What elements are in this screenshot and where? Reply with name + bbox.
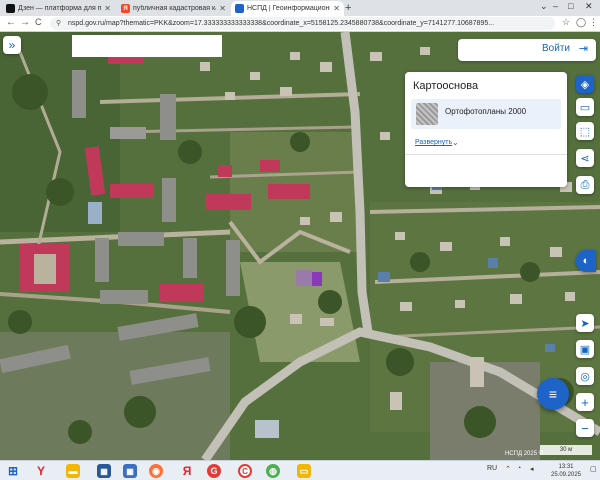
- yandex-favicon-icon: Я: [121, 4, 130, 13]
- zoom-out-button[interactable]: −: [576, 419, 594, 437]
- panel-title: Картооснова: [413, 80, 479, 92]
- tab-dzen[interactable]: Дзен — платформа для просм ✕: [2, 1, 115, 16]
- taskbar: ⊞ Y ▬ ▦ ▦ ◉ Я G С ◍ ▭ RU ⌃ ◔ ◂ 13:31 25.…: [0, 460, 600, 480]
- login-button[interactable]: Войти ⇥: [458, 39, 596, 61]
- address-text: nspd.gov.ru/map?thematic=PKK&zoom=17.333…: [68, 20, 495, 27]
- close-icon[interactable]: ✕: [104, 4, 111, 13]
- forward-button[interactable]: →: [20, 17, 30, 28]
- nspd-favicon-icon: [235, 4, 244, 13]
- basemap-option-label: Ортофотопланы 2000: [445, 107, 527, 116]
- maximize-button[interactable]: □: [568, 1, 573, 11]
- locate-icon: ◎: [580, 370, 590, 383]
- notifications-icon[interactable]: ▢: [590, 465, 597, 473]
- login-arrow-icon: ⇥: [578, 43, 588, 55]
- back-button[interactable]: ←: [6, 17, 16, 28]
- expand-link[interactable]: Развернуть: [415, 139, 452, 146]
- address-bar[interactable]: ⚲ nspd.gov.ru/map?thematic=PKK&zoom=17.3…: [50, 17, 555, 30]
- dzen-favicon-icon: [6, 4, 15, 13]
- network-icon[interactable]: ◔: [517, 465, 521, 472]
- navigate-icon: ➤: [580, 317, 590, 330]
- scale-bar: 30 м: [540, 445, 592, 455]
- clock[interactable]: 13:31 25.09.2025: [545, 463, 587, 479]
- search-panel: [72, 35, 222, 57]
- reload-button[interactable]: C: [35, 17, 42, 27]
- main-menu-button[interactable]: ≡: [537, 378, 569, 410]
- legend-button[interactable]: ◐: [576, 250, 596, 272]
- tab-nspd[interactable]: НСПД | Геоинформационный ✕: [231, 1, 344, 16]
- tab-strip: Дзен — платформа для просм ✕ Я публичная…: [0, 0, 600, 16]
- close-icon[interactable]: ✕: [333, 4, 340, 13]
- print-icon: ⎙: [580, 178, 590, 191]
- expand-sidebar-button[interactable]: »: [3, 36, 21, 54]
- browser-toolbar: ← → C ⚲ nspd.gov.ru/map?thematic=PKK&zoo…: [0, 16, 600, 32]
- minimize-button[interactable]: –: [553, 1, 558, 11]
- mail-icon[interactable]: С: [238, 464, 252, 478]
- tab-cadastral-map[interactable]: Я публичная кадастровая карта ✕: [117, 1, 230, 16]
- menu-icon: ≡: [548, 386, 558, 402]
- orthophoto-thumbnail: [416, 103, 438, 125]
- start-icon[interactable]: ⊞: [6, 464, 20, 478]
- zoom-in-button[interactable]: +: [576, 393, 594, 411]
- screen-icon: ▣: [579, 343, 591, 356]
- chevron-down-icon[interactable]: ⌄: [452, 138, 459, 147]
- navigate-button[interactable]: ➤: [576, 314, 594, 332]
- tab-title: публичная кадастровая карта: [133, 5, 216, 12]
- select-area-button[interactable]: ⬚: [576, 122, 594, 140]
- yandex-browser-icon[interactable]: Я: [180, 464, 194, 478]
- basemap-option[interactable]: Ортофотопланы 2000: [411, 99, 561, 129]
- login-label: Войти: [542, 43, 570, 54]
- yandex-icon[interactable]: Y: [34, 464, 48, 478]
- locate-button[interactable]: ◎: [576, 367, 594, 385]
- app-icon[interactable]: ▦: [97, 464, 111, 478]
- folder-icon[interactable]: ▭: [297, 464, 311, 478]
- calendar-app-icon[interactable]: ▦: [123, 464, 137, 478]
- explorer-icon[interactable]: ▬: [66, 464, 80, 478]
- language-indicator[interactable]: RU: [487, 465, 497, 472]
- tray-chevron-icon[interactable]: ⌃: [505, 465, 511, 473]
- basemap-panel: Картооснова Ортофотопланы 2000 Развернут…: [405, 72, 567, 187]
- ruler-icon: ▭: [579, 101, 591, 114]
- tab-title: НСПД | Геоинформационный: [247, 5, 330, 12]
- date: 25.09.2025: [550, 472, 582, 478]
- volume-icon[interactable]: ◂: [530, 465, 534, 473]
- tab-title: Дзен — платформа для просм: [18, 5, 102, 12]
- screen-button[interactable]: ▣: [576, 340, 594, 358]
- copyright: НСПД 2025 ©: [505, 451, 544, 457]
- close-window-button[interactable]: ✕: [585, 1, 593, 12]
- select-area-icon: ⬚: [579, 125, 591, 138]
- layers-button[interactable]: ◈: [576, 75, 594, 93]
- bookmark-star-icon[interactable]: ☆: [562, 17, 570, 28]
- legend-icon: ◐: [582, 255, 590, 267]
- divider: [405, 154, 567, 155]
- menu-dots-icon[interactable]: ⋮: [589, 17, 598, 28]
- layers-icon: ◈: [580, 78, 590, 91]
- share-icon: ⋖: [580, 152, 590, 165]
- tab-search-icon[interactable]: ⌄: [540, 1, 548, 12]
- time: 13:31: [558, 464, 574, 470]
- ruler-button[interactable]: ▭: [576, 98, 594, 116]
- app2-icon[interactable]: G: [207, 464, 221, 478]
- close-icon[interactable]: ✕: [219, 4, 226, 13]
- profile-icon[interactable]: ◯: [576, 17, 586, 28]
- new-tab-button[interactable]: +: [345, 2, 351, 14]
- map-viewport[interactable]: » Войти ⇥ Картооснова Ортофотопланы 2000…: [0, 32, 600, 460]
- chrome-icon[interactable]: ◍: [266, 464, 280, 478]
- site-info-icon[interactable]: ⚲: [56, 17, 61, 30]
- firefox-icon[interactable]: ◉: [149, 464, 163, 478]
- print-button[interactable]: ⎙: [576, 176, 594, 194]
- share-button[interactable]: ⋖: [576, 149, 594, 167]
